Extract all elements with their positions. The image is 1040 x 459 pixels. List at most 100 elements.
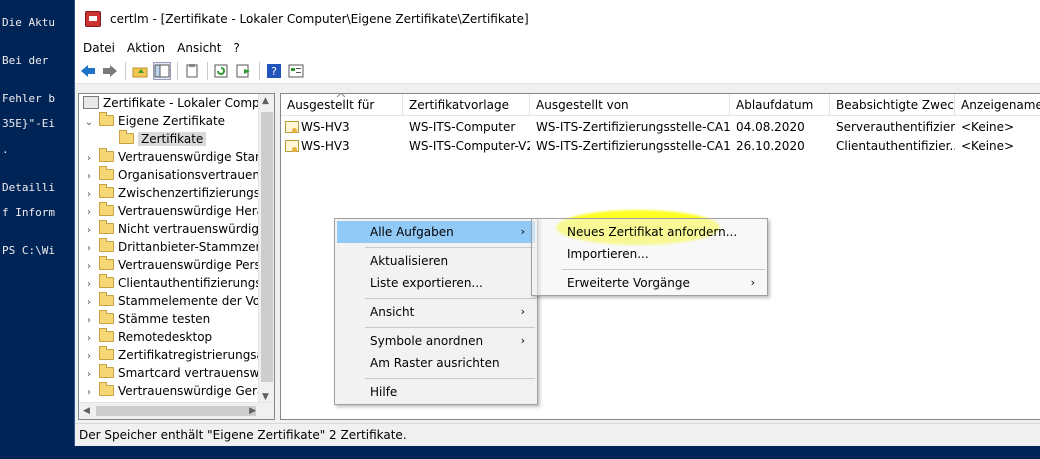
- forward-arrow-icon[interactable]: [101, 62, 119, 80]
- console-line: f Inform: [2, 206, 55, 220]
- menu-item-hilfe[interactable]: Hilfe: [337, 381, 535, 403]
- scrollbar-thumb[interactable]: [96, 406, 256, 416]
- cell-issued-by: WS-ITS-Zertifizierungsstelle-CA1: [536, 139, 730, 153]
- column-header-zertifikatvorlage[interactable]: Zertifikatvorlage: [403, 94, 530, 116]
- tree-item-label: Zertifikate: [138, 132, 207, 146]
- folder-icon: [99, 274, 114, 288]
- tree-item[interactable]: › Zwischenzertifizierungsste: [83, 184, 275, 202]
- menu-separator: [365, 378, 535, 379]
- column-header-anzeigename[interactable]: Anzeigename: [955, 94, 1040, 116]
- menu-item-am-raster-ausrichten[interactable]: Am Raster ausrichten: [337, 352, 535, 374]
- scroll-right-icon[interactable]: ▶: [249, 406, 256, 416]
- tree-item[interactable]: › Vertrauenswürdige Person: [83, 256, 274, 274]
- powershell-console: Die Aktu Bei der Fehler b 35E}"-Ei . Det…: [0, 0, 75, 459]
- folder-icon: [99, 148, 114, 162]
- column-header-beabsichtigte-zwecke[interactable]: Beabsichtigte Zwec...: [830, 94, 955, 116]
- cell-template: WS-ITS-Computer: [409, 120, 516, 134]
- tree-item-label: Stammelemente der Vorab: [118, 294, 275, 308]
- tree-item[interactable]: › Vertrauenswürdige Stamm: [83, 148, 274, 166]
- menu-item-alle-aufgaben[interactable]: Alle Aufgaben ›: [337, 221, 535, 243]
- menu-item-label: Erweiterte Vorgänge: [567, 276, 690, 290]
- toolbar-separator: [207, 61, 208, 80]
- copy-icon[interactable]: [183, 62, 201, 80]
- properties-icon[interactable]: [287, 62, 305, 80]
- up-folder-icon[interactable]: [131, 62, 149, 80]
- tree-item[interactable]: › Clientauthentifizierungsau: [83, 274, 274, 292]
- scrollbar-thumb[interactable]: [261, 112, 273, 382]
- back-arrow-icon[interactable]: [79, 62, 97, 80]
- tree-item[interactable]: › Stämme testen: [83, 310, 210, 328]
- folder-icon: [99, 292, 114, 306]
- tree-item[interactable]: › Vertrauenswürdige Heraus: [83, 202, 274, 220]
- tree-item-zertifikate[interactable]: Zertifikate: [119, 130, 207, 148]
- tree-item-label: Zertifikatregistrierungsanf: [118, 348, 275, 362]
- console-line: Fehler b: [2, 91, 55, 105]
- tree-vertical-scrollbar[interactable]: ▲ ▼: [258, 94, 274, 404]
- table-row[interactable]: WS-HV3 WS-ITS-Computer-V2 WS-ITS-Zertifi…: [281, 137, 1040, 156]
- sort-indicator-icon: [336, 94, 346, 98]
- toolbar-separator: [125, 61, 126, 80]
- export-list-icon[interactable]: [235, 62, 253, 80]
- menu-item-erweiterte-vorgaenge[interactable]: Erweiterte Vorgänge ›: [534, 272, 765, 294]
- certificate-manager-icon: [85, 11, 101, 27]
- submenu-arrow-icon: ›: [520, 225, 525, 238]
- column-header-ausgestellt-von[interactable]: Ausgestellt von: [530, 94, 730, 116]
- menu-bar: Datei Aktion Ansicht ?: [75, 38, 1040, 58]
- help-icon[interactable]: ?: [265, 62, 283, 80]
- toolbar-separator: [177, 61, 178, 80]
- menu-item-label: Alle Aufgaben: [370, 225, 454, 239]
- tree-item[interactable]: › Drittanbieter-Stammzertif: [83, 238, 273, 256]
- menu-item-symbole-anordnen[interactable]: Symbole anordnen ›: [337, 330, 535, 352]
- console-line: .: [2, 142, 9, 156]
- tree-horizontal-scrollbar[interactable]: ◀ ▶: [79, 402, 274, 419]
- submenu-arrow-icon: ›: [750, 276, 755, 289]
- menu-item-importieren[interactable]: Importieren...: [534, 243, 765, 265]
- toolbar: ?: [75, 58, 1040, 84]
- title-bar[interactable]: certlm - [Zertifikate - Lokaler Computer…: [75, 0, 1040, 38]
- tree-item[interactable]: › Smartcard vertrauenswürd: [83, 364, 274, 382]
- console-tree[interactable]: Zertifikate - Lokaler Compute ⌄ Eigene Ze…: [78, 93, 275, 420]
- folder-icon: [99, 310, 114, 324]
- show-hide-tree-icon[interactable]: [153, 61, 171, 80]
- tree-item[interactable]: › Nicht vertrauenswürdige Z: [83, 220, 274, 238]
- menu-help[interactable]: ?: [228, 41, 244, 55]
- submenu-arrow-icon: ›: [520, 305, 525, 318]
- cell-friendly-name: <Keine>: [961, 120, 1015, 134]
- certificate-icon: [285, 140, 299, 152]
- refresh-icon[interactable]: [213, 62, 231, 80]
- column-header-ablaufdatum[interactable]: Ablaufdatum: [730, 94, 830, 116]
- tree-item-label: Eigene Zertifikate: [118, 114, 226, 128]
- menu-ansicht[interactable]: Ansicht: [172, 41, 226, 55]
- menu-item-aktualisieren[interactable]: Aktualisieren: [337, 250, 535, 272]
- tree-item-eigene-zertifikate[interactable]: ⌄ Eigene Zertifikate: [83, 112, 225, 130]
- tree-item-label: Zwischenzertifizierungsste: [118, 186, 275, 200]
- menu-datei[interactable]: Datei: [78, 41, 120, 55]
- folder-icon: [99, 184, 114, 198]
- scroll-left-icon[interactable]: ◀: [83, 406, 90, 416]
- submenu-arrow-icon: ›: [520, 334, 525, 347]
- tree-item-label: Organisationsvertrauen: [118, 168, 260, 182]
- tree-item[interactable]: › Zertifikatregistrierungsanf: [83, 346, 275, 364]
- tree-item[interactable]: › Remotedesktop: [83, 328, 212, 346]
- menu-separator: [365, 327, 535, 328]
- menu-item-ansicht[interactable]: Ansicht ›: [337, 301, 535, 323]
- tree-item[interactable]: › Organisationsvertrauen: [83, 166, 260, 184]
- chevron-right-icon[interactable]: ›: [83, 384, 95, 402]
- menu-item-neues-zertifikat-anfordern[interactable]: Neues Zertifikat anfordern...: [534, 221, 765, 243]
- cell-friendly-name: <Keine>: [961, 139, 1015, 153]
- submenu-alle-aufgaben: Neues Zertifikat anfordern... Importiere…: [531, 218, 768, 296]
- menu-separator: [365, 247, 535, 248]
- scroll-up-icon[interactable]: ▲: [262, 96, 269, 106]
- tree-root[interactable]: Zertifikate - Lokaler Compute: [83, 94, 274, 112]
- toolbar-separator: [259, 61, 260, 80]
- chevron-down-icon[interactable]: ⌄: [83, 114, 95, 132]
- menu-item-liste-exportieren[interactable]: Liste exportieren...: [337, 272, 535, 294]
- folder-icon: [99, 220, 114, 234]
- tree-item[interactable]: › Stammelemente der Vorab: [83, 292, 275, 310]
- table-row[interactable]: WS-HV3 WS-ITS-Computer WS-ITS-Zertifizie…: [281, 118, 1040, 137]
- scroll-down-icon[interactable]: ▼: [262, 392, 269, 402]
- tree-item[interactable]: › Vertrauenswürdige Geräte: [83, 382, 274, 402]
- menu-aktion[interactable]: Aktion: [122, 41, 170, 55]
- cell-issued-to: WS-HV3: [281, 118, 403, 137]
- console-line: PS C:\Wi: [2, 244, 55, 258]
